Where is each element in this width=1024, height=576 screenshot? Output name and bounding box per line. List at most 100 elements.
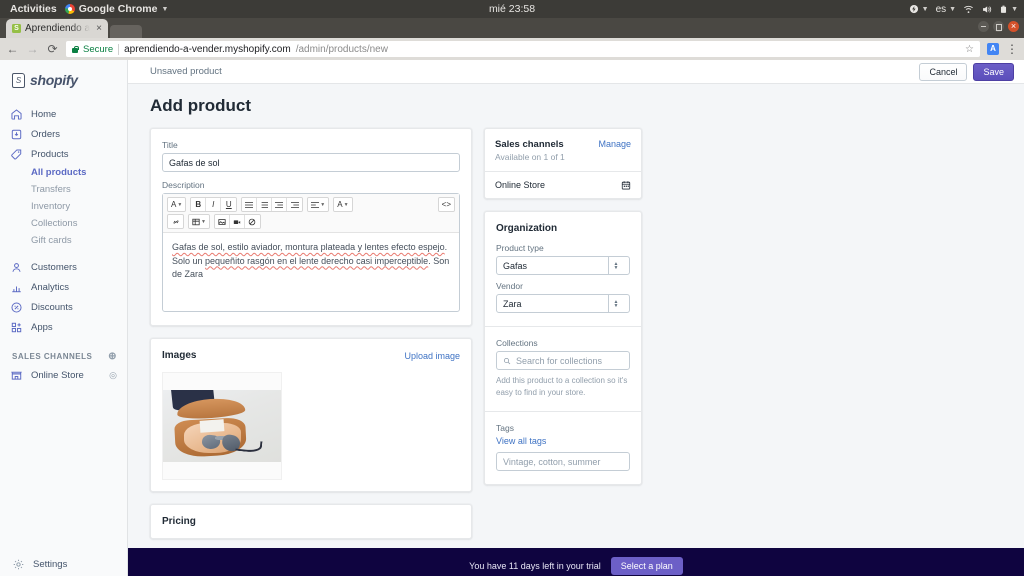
tags-label: Tags <box>496 423 514 434</box>
chevron-down-icon: ▼ <box>1011 5 1018 13</box>
table-group: ▼ <box>188 214 210 229</box>
product-type-select[interactable]: Gafas ▲ ▼ <box>496 256 630 275</box>
sales-channels-subtitle: Available on 1 of 1 <box>495 152 565 162</box>
sidebar-item-label: Orders <box>31 128 61 140</box>
select-a-plan-button[interactable]: Select a plan <box>610 557 683 575</box>
sidebar-item-label: Apps <box>31 321 53 333</box>
sidebar-subitem-transfers[interactable]: Transfers <box>0 181 127 198</box>
page-scroll-area: Add product Title Gafas de sol Descripti… <box>128 84 1024 576</box>
shopify-admin: shopify Home Orders Products <box>0 60 1024 576</box>
activities-button[interactable]: Activities <box>6 3 65 15</box>
channel-name: Online Store <box>495 180 546 190</box>
cancel-button[interactable]: Cancel <box>919 62 968 81</box>
tags-input[interactable]: Vintage, cotton, summer <box>496 452 630 472</box>
insert-image-icon[interactable] <box>214 215 230 228</box>
title-label: Title <box>162 140 178 150</box>
new-tab-button[interactable] <box>109 25 142 38</box>
bullet-list-icon[interactable] <box>242 198 258 211</box>
sidebar-item-online-store[interactable]: Online Store ◎ <box>0 365 127 385</box>
close-icon[interactable]: × <box>96 23 102 34</box>
text-color-icon[interactable]: A ▼ <box>334 198 352 211</box>
wifi-icon[interactable] <box>963 4 974 15</box>
description-segment: pequeñito rasgón en el lente derecho cas… <box>205 255 429 266</box>
minimize-icon[interactable] <box>978 21 989 32</box>
sidebar-item-settings[interactable]: Settings <box>10 554 117 574</box>
chevron-down-icon: ▼ <box>921 5 929 13</box>
sidebar-item-discounts[interactable]: Discounts <box>0 297 127 317</box>
keyboard-layout-indicator[interactable]: es ▼ <box>936 4 957 15</box>
sidebar-item-analytics[interactable]: Analytics <box>0 277 127 297</box>
calendar-icon[interactable] <box>621 180 631 190</box>
volume-icon[interactable] <box>981 4 992 15</box>
photo-paper-card <box>199 418 224 433</box>
upload-image-link[interactable]: Upload image <box>404 351 460 361</box>
link-icon[interactable] <box>168 215 183 228</box>
gear-icon <box>12 558 25 571</box>
text-style-group: A ▼ <box>167 197 187 212</box>
sidebar-item-products[interactable]: Products <box>0 144 127 164</box>
description-editor[interactable]: A ▼ B I U ▼ A ▼ <> ▼ Gafas de sol, estil… <box>162 193 460 312</box>
description-text[interactable]: Gafas de sol, estilo aviador, montura pl… <box>163 233 459 311</box>
clear-formatting-icon[interactable] <box>244 215 260 228</box>
trial-message: You have 11 days left in your trial <box>469 561 601 571</box>
back-arrow-icon[interactable]: ← <box>6 42 19 56</box>
numbered-list-icon[interactable] <box>257 198 273 211</box>
shopify-logo[interactable]: shopify <box>0 60 127 102</box>
maximize-icon[interactable] <box>993 21 1004 32</box>
app-menu-chrome[interactable]: Google Chrome ▼ <box>64 3 168 15</box>
sidebar-item-label: Home <box>31 108 57 120</box>
indent-icon[interactable] <box>287 198 303 211</box>
vendor-select[interactable]: Zara ▲ ▼ <box>496 294 630 313</box>
sidebar-item-customers[interactable]: Customers <box>0 257 127 277</box>
manage-link[interactable]: Manage <box>598 139 631 149</box>
collections-helper-text: Add this product to a collection so it's… <box>496 376 628 397</box>
translate-extension-icon[interactable] <box>987 43 999 55</box>
forward-arrow-icon[interactable]: → <box>26 42 39 56</box>
organization-card: Organization Product type Gafas ▲ ▼ Vendo… <box>484 211 642 486</box>
images-title: Images <box>162 350 197 361</box>
sidebar-footer: Settings <box>0 554 127 576</box>
table-icon[interactable]: ▼ <box>189 215 209 228</box>
sidebar-subitem-inventory[interactable]: Inventory <box>0 198 127 215</box>
sidebar-subitem-all-products[interactable]: All products <box>0 164 127 181</box>
collections-search-input[interactable]: Search for collections <box>496 351 630 370</box>
sidebar-subitem-gift-cards[interactable]: Gift cards <box>0 232 127 249</box>
code-view-icon[interactable]: <> <box>438 198 454 211</box>
sidebar-item-apps[interactable]: Apps <box>0 317 127 337</box>
power-icon[interactable]: ▼ <box>909 4 929 14</box>
window-close-icon[interactable] <box>1008 21 1019 32</box>
underline-icon[interactable]: U <box>221 198 237 211</box>
plus-circle-icon[interactable]: ⊕ <box>108 351 117 362</box>
chrome-icon <box>64 4 75 14</box>
save-button[interactable]: Save <box>973 62 1014 81</box>
bookmark-star-icon[interactable]: ☆ <box>965 44 974 55</box>
chevron-updown-icon: ▲ ▼ <box>608 295 623 312</box>
sunglasses-photo <box>163 390 281 462</box>
view-all-tags-link[interactable]: View all tags <box>496 436 630 446</box>
align-icon[interactable]: ▼ <box>308 198 329 211</box>
title-input[interactable]: Gafas de sol <box>162 153 460 172</box>
pricing-card: Pricing <box>150 504 472 539</box>
sidebar-item-home[interactable]: Home <box>0 104 127 124</box>
channel-row-online-store[interactable]: Online Store <box>485 172 641 198</box>
font-style-icon[interactable]: A ▼ <box>168 198 186 211</box>
sidebar-subitem-collections[interactable]: Collections <box>0 215 127 232</box>
italic-icon[interactable]: I <box>206 198 222 211</box>
browser-tab[interactable]: Aprendiendo a × <box>6 19 108 38</box>
insert-video-icon[interactable] <box>229 215 245 228</box>
battery-icon[interactable]: ▼ <box>999 4 1018 15</box>
system-tray: ▼ es ▼ ▼ <box>909 4 1018 15</box>
sidebar-item-orders[interactable]: Orders <box>0 124 127 144</box>
url-path: /admin/products/new <box>295 43 388 55</box>
sidebar: shopify Home Orders Products <box>0 60 128 576</box>
brand-name: shopify <box>30 72 78 88</box>
reload-icon[interactable]: ⟳ <box>46 42 59 56</box>
kebab-menu-icon[interactable]: ⋮ <box>1006 43 1018 55</box>
product-details-card: Title Gafas de sol Description A ▼ B I U… <box>150 128 472 326</box>
sidebar-item-label: Settings <box>33 558 68 570</box>
address-bar[interactable]: Secure aprendiendo-a-vender.myshopify.co… <box>66 41 980 57</box>
outdent-icon[interactable] <box>272 198 288 211</box>
eye-icon[interactable]: ◎ <box>109 370 117 381</box>
image-thumbnail[interactable] <box>162 372 282 480</box>
bold-icon[interactable]: B <box>191 198 207 211</box>
